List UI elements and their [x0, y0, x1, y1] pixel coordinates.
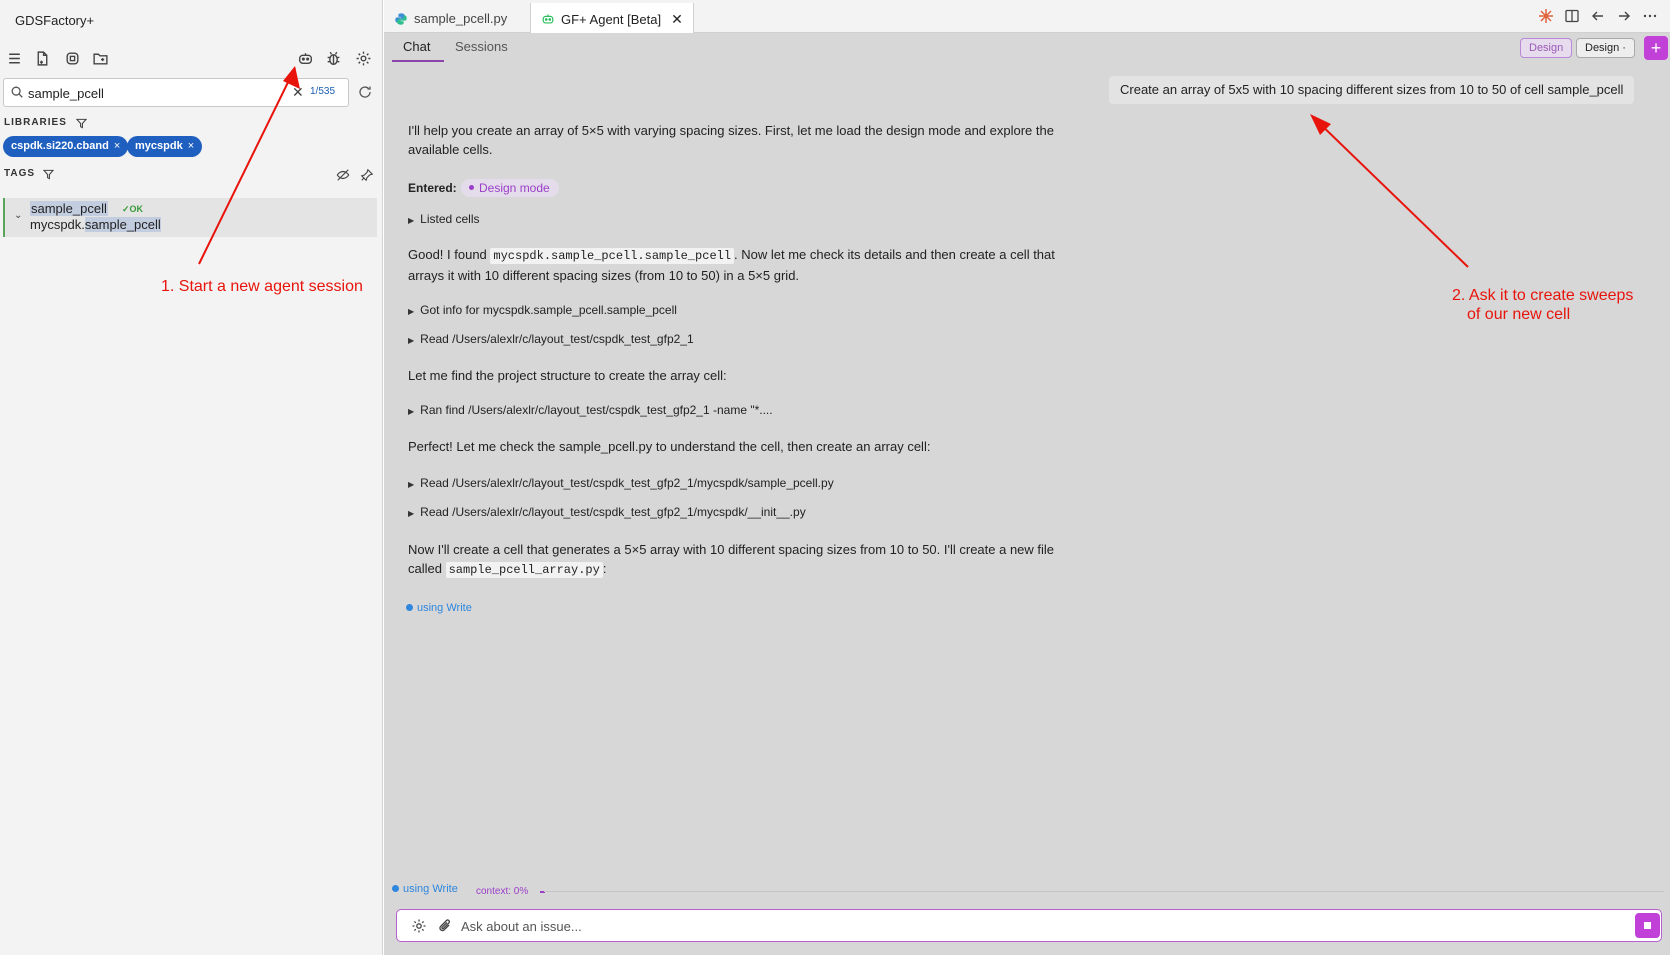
annotation-label-2b: of our new cell — [1467, 306, 1571, 323]
assistant-message: Good! I found mycspdk.sample_pcell.sampl… — [408, 247, 1055, 283]
context-usage: context: 0% — [476, 886, 529, 897]
close-tab-icon[interactable]: ✕ — [671, 11, 683, 27]
sparkle-icon[interactable] — [1538, 8, 1554, 24]
refresh-icon[interactable] — [357, 84, 373, 100]
design-mode-badge: Design mode — [461, 179, 559, 197]
tab-chat[interactable]: Chat — [403, 39, 430, 54]
libraries-filter-icon[interactable] — [76, 118, 87, 129]
entered-label: Entered: — [408, 181, 457, 195]
tab-sessions[interactable]: Sessions — [455, 39, 508, 54]
chat-input-bar — [396, 909, 1662, 942]
main-panel: sample_pcell.py GF+ Agent [Beta] ✕ Chat S… — [384, 0, 1670, 955]
expand-triangle-icon: ▶ — [408, 307, 415, 316]
assistant-message: Let me find the project structure to cre… — [408, 368, 727, 383]
debug-bug-icon[interactable] — [321, 46, 345, 70]
annotation-label-1: 1. Start a new agent session — [161, 278, 363, 295]
tool-call-got-info[interactable]: ▶ Got info for mycspdk.sample_pcell.sampl… — [408, 303, 677, 317]
stop-icon — [1644, 922, 1651, 929]
back-arrow-icon[interactable] — [1590, 8, 1606, 24]
sidebar: GDSFactory+ ✕ 1/535 LIBRARIES cs — [0, 0, 383, 955]
stop-button[interactable] — [1635, 913, 1660, 938]
annotation-label-2: 2. Ask it to create sweeps — [1452, 287, 1634, 304]
assistant-message: Now I'll create a cell that generates a … — [408, 542, 1055, 578]
menu-icon[interactable] — [2, 46, 26, 70]
settings-gear-icon[interactable] — [411, 918, 427, 934]
pin-icon[interactable] — [360, 168, 374, 182]
tool-call-read[interactable]: ▶ Read /Users/alexlr/c/layout_test/cspdk_… — [408, 332, 694, 346]
cell-path: mycspdk.sample_pcell — [30, 217, 161, 232]
tab-sample-pcell[interactable]: sample_pcell.py — [384, 3, 517, 33]
chevron-down-icon[interactable]: ⌄ — [14, 210, 22, 221]
library-chip-cspdk[interactable]: cspdk.si220.cband × — [3, 136, 129, 157]
mode-select[interactable]: Design · — [1576, 38, 1635, 58]
assistant-message: I'll help you create an array of 5×5 wit… — [408, 123, 1054, 157]
cell-name: sample_pcell — [30, 201, 108, 216]
expand-triangle-icon: ▶ — [408, 336, 415, 345]
tags-filter-icon[interactable] — [43, 169, 54, 180]
forward-arrow-icon[interactable] — [1616, 8, 1632, 24]
attach-paperclip-icon[interactable] — [437, 918, 453, 934]
chat-input[interactable] — [461, 917, 1561, 935]
expand-triangle-icon: ▶ — [408, 216, 415, 225]
cell-tree-item[interactable]: ⌄ sample_pcell ✓OK mycspdk.sample_pcell — [3, 198, 377, 237]
app-title: GDSFactory+ — [15, 13, 95, 28]
tool-call-read[interactable]: ▶ Read /Users/alexlr/c/layout_test/cspdk_… — [408, 505, 806, 519]
libraries-label: LIBRARIES — [4, 117, 67, 128]
python-icon — [395, 13, 407, 25]
new-session-button[interactable]: + — [1644, 36, 1668, 60]
status-using: using Write — [392, 883, 458, 895]
agent-icon — [542, 14, 554, 24]
library-chip-mycspdk[interactable]: mycspdk × — [127, 136, 203, 157]
component-icon[interactable] — [60, 46, 84, 70]
tags-label: TAGS — [4, 168, 36, 179]
cell-search: ✕ 1/535 — [3, 78, 349, 107]
active-tab-indicator — [392, 60, 444, 62]
split-editor-icon[interactable] — [1564, 8, 1580, 24]
user-message: Create an array of 5x5 with 10 spacing d… — [1109, 76, 1635, 104]
clear-search-icon[interactable]: ✕ — [292, 84, 304, 101]
tab-gf-agent[interactable]: GF+ Agent [Beta] ✕ — [530, 3, 694, 33]
context-bar — [544, 891, 1664, 892]
tool-call-find[interactable]: ▶ Ran find /Users/alexlr/c/layout_test/cs… — [408, 403, 773, 417]
assistant-message: Perfect! Let me check the sample_pcell.p… — [408, 439, 931, 454]
search-result-count: 1/535 — [310, 86, 336, 97]
agent-session-icon[interactable] — [293, 46, 317, 70]
expand-triangle-icon: ▶ — [408, 407, 415, 416]
tool-call-listed-cells[interactable]: ▶ Listed cells — [408, 212, 480, 226]
status-badge: ✓OK — [122, 204, 144, 214]
search-input[interactable] — [28, 83, 268, 103]
expand-triangle-icon: ▶ — [408, 480, 415, 489]
search-icon — [11, 86, 23, 98]
editor-tabbar: sample_pcell.py GF+ Agent [Beta] ✕ — [384, 0, 1670, 33]
tool-running-indicator: using Write — [406, 602, 472, 614]
new-folder-icon[interactable] — [88, 46, 112, 70]
tool-call-read[interactable]: ▶ Read /Users/alexlr/c/layout_test/cspdk_… — [408, 476, 834, 490]
more-icon[interactable] — [1642, 8, 1658, 24]
new-file-icon[interactable] — [30, 46, 54, 70]
mode-badge[interactable]: Design — [1520, 38, 1573, 58]
remove-library-icon[interactable]: × — [114, 140, 120, 152]
hide-icon[interactable] — [336, 168, 350, 182]
settings-gear-icon[interactable] — [351, 46, 375, 70]
expand-triangle-icon: ▶ — [408, 509, 415, 518]
remove-library-icon[interactable]: × — [188, 140, 194, 152]
sidebar-toolbar — [0, 46, 383, 70]
